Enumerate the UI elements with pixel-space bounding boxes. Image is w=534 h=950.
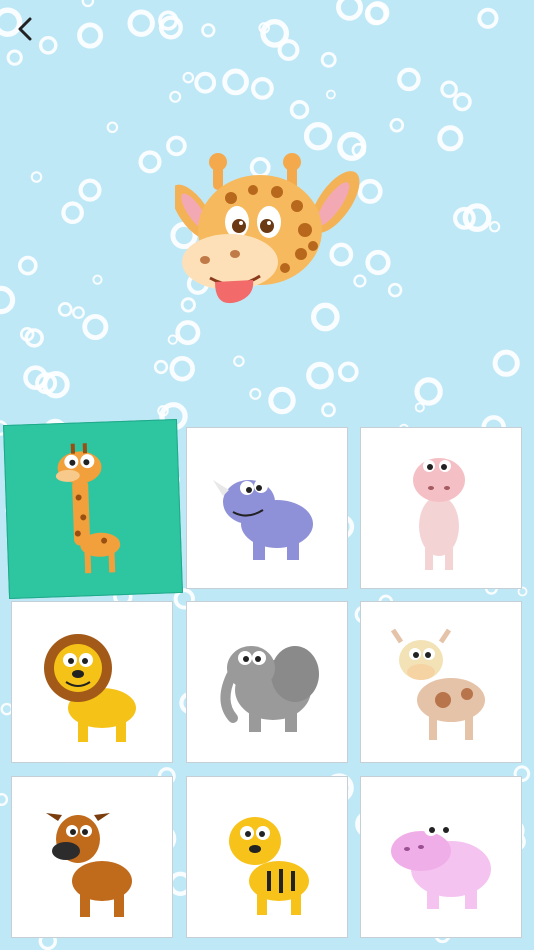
hippo-standing-icon xyxy=(381,436,501,581)
dog-icon xyxy=(32,785,152,930)
elephant-icon xyxy=(207,610,327,755)
animal-grid xyxy=(0,0,534,950)
rhino-icon xyxy=(207,436,327,581)
tiger-icon xyxy=(207,785,327,930)
animal-card-cow[interactable] xyxy=(360,601,522,763)
animal-card-elephant[interactable] xyxy=(186,601,348,763)
giraffe-icon xyxy=(31,434,156,583)
lion-icon xyxy=(32,610,152,755)
animal-card-rhino[interactable] xyxy=(186,427,348,589)
animal-card-giraffe[interactable] xyxy=(3,419,183,599)
animal-card-hippo[interactable] xyxy=(360,427,522,589)
animal-card-dog[interactable] xyxy=(11,776,173,938)
animal-card-tiger[interactable] xyxy=(186,776,348,938)
animal-card-hippo[interactable] xyxy=(360,776,522,938)
cow-icon xyxy=(381,610,501,755)
hippo-icon xyxy=(381,785,501,930)
animal-card-lion[interactable] xyxy=(11,601,173,763)
